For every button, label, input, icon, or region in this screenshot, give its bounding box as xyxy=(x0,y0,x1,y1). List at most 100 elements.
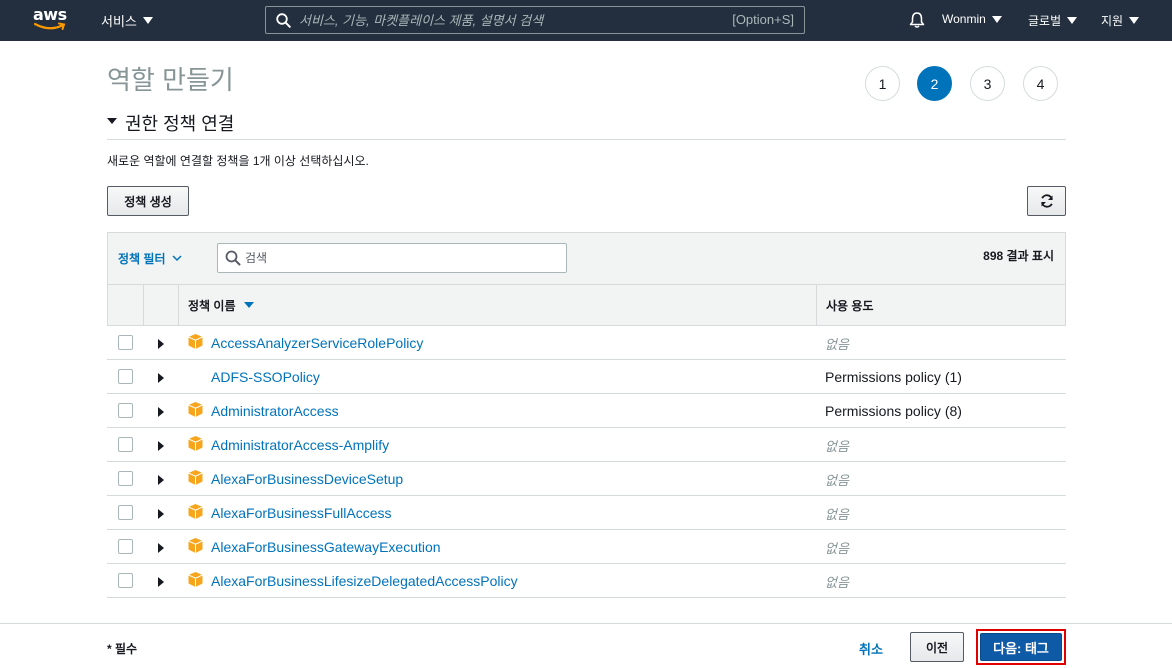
expand-row-icon[interactable] xyxy=(158,543,164,553)
support-menu[interactable]: 지원 xyxy=(1101,12,1140,29)
policy-name-link[interactable]: AlexaForBusinessGatewayExecution xyxy=(211,539,441,555)
account-label: Wonmin xyxy=(942,12,986,26)
row-checkbox[interactable] xyxy=(118,573,133,588)
global-search[interactable]: [Option+S] xyxy=(265,6,805,34)
step-3[interactable]: 3 xyxy=(970,66,1005,101)
step-1[interactable]: 1 xyxy=(865,66,900,101)
wizard-footer: * 필수 취소 이전 다음: 태그 xyxy=(0,623,1172,668)
table-row[interactable]: AlexaForBusinessFullAccess 없음 xyxy=(107,496,1066,530)
policy-table-body: AccessAnalyzerServiceRolePolicy 없음 ADFS-… xyxy=(107,326,1066,598)
table-row[interactable]: ADFS-SSOPolicy Permissions policy (1) xyxy=(107,360,1066,394)
expand-row-icon[interactable] xyxy=(158,577,164,587)
region-menu[interactable]: 글로벌 xyxy=(1028,12,1078,29)
header-expand-column xyxy=(144,285,179,325)
header-select-column xyxy=(108,285,144,325)
aws-managed-policy-icon xyxy=(188,402,203,417)
policy-name-link[interactable]: AdministratorAccess-Amplify xyxy=(211,437,389,453)
section-toggle-attach-policies[interactable]: 권한 정책 연결 xyxy=(107,110,1066,140)
chevron-down-icon xyxy=(991,15,1002,23)
policy-name-link[interactable]: AccessAnalyzerServiceRolePolicy xyxy=(211,335,423,351)
aws-managed-policy-icon xyxy=(188,538,203,553)
header-usage-label: 사용 용도 xyxy=(826,298,874,313)
create-policy-button[interactable]: 정책 생성 xyxy=(107,186,189,216)
policy-filter-label: 정책 필터 xyxy=(118,252,166,266)
section-description: 새로운 역할에 연결할 정책을 1개 이상 선택하십시오. xyxy=(107,154,369,168)
policy-usage: 없음 xyxy=(825,507,849,522)
table-header: 정책 이름 사용 용도 xyxy=(107,284,1066,326)
table-row[interactable]: AlexaForBusinessGatewayExecution 없음 xyxy=(107,530,1066,564)
policy-name-link[interactable]: AlexaForBusinessFullAccess xyxy=(211,505,392,521)
table-filter-bar: 정책 필터 898 결과 표시 xyxy=(107,232,1066,284)
row-checkbox[interactable] xyxy=(118,505,133,520)
step-2-current: 2 xyxy=(917,66,952,101)
policy-usage: 없음 xyxy=(825,575,849,590)
refresh-button[interactable] xyxy=(1027,186,1066,216)
support-label: 지원 xyxy=(1101,14,1124,28)
policy-usage: 없음 xyxy=(825,337,849,352)
caret-down-icon xyxy=(107,118,117,124)
policy-usage: 없음 xyxy=(825,439,849,454)
chevron-down-icon xyxy=(142,17,153,24)
header-policy-name-label: 정책 이름 xyxy=(188,298,236,313)
notification-bell-icon[interactable] xyxy=(908,11,926,29)
header-policy-name[interactable]: 정책 이름 xyxy=(179,285,817,325)
policy-search-input[interactable] xyxy=(245,251,545,265)
aws-logo[interactable]: aws xyxy=(33,5,67,33)
table-row[interactable]: AccessAnalyzerServiceRolePolicy 없음 xyxy=(107,326,1066,360)
row-checkbox[interactable] xyxy=(118,335,133,350)
row-checkbox[interactable] xyxy=(118,471,133,486)
row-checkbox[interactable] xyxy=(118,437,133,452)
previous-button[interactable]: 이전 xyxy=(910,632,964,662)
region-label: 글로벌 xyxy=(1028,14,1062,28)
policy-name-link[interactable]: AlexaForBusinessLifesizeDelegatedAccessP… xyxy=(211,573,518,589)
search-icon xyxy=(225,250,241,266)
aws-managed-policy-icon xyxy=(188,470,203,485)
services-menu[interactable]: 서비스 xyxy=(101,11,153,30)
policy-search[interactable] xyxy=(217,243,567,273)
policy-usage: Permissions policy (8) xyxy=(825,403,962,419)
next-tags-button[interactable]: 다음: 태그 xyxy=(980,633,1062,661)
expand-row-icon[interactable] xyxy=(158,441,164,451)
aws-smile-icon xyxy=(34,22,66,30)
page-title: 역할 만들기 xyxy=(107,65,234,95)
aws-managed-policy-icon xyxy=(188,504,203,519)
required-note: * 필수 xyxy=(107,642,138,656)
header-usage[interactable]: 사용 용도 xyxy=(817,285,1065,325)
global-search-input[interactable] xyxy=(299,12,719,28)
policy-usage: 없음 xyxy=(825,473,849,488)
table-row[interactable]: AlexaForBusinessLifesizeDelegatedAccessP… xyxy=(107,564,1066,598)
table-row[interactable]: AlexaForBusinessDeviceSetup 없음 xyxy=(107,462,1066,496)
cancel-link[interactable]: 취소 xyxy=(859,639,883,658)
refresh-icon xyxy=(1040,194,1053,208)
row-checkbox[interactable] xyxy=(118,539,133,554)
section-title: 권한 정책 연결 xyxy=(125,114,235,134)
policy-name-link[interactable]: AlexaForBusinessDeviceSetup xyxy=(211,471,403,487)
expand-row-icon[interactable] xyxy=(158,407,164,417)
table-row[interactable]: AdministratorAccess-Amplify 없음 xyxy=(107,428,1066,462)
next-button-highlight: 다음: 태그 xyxy=(976,629,1066,665)
top-navigation-bar: aws 서비스 [Option+S] Wonmin 글로벌 지원 xyxy=(0,0,1172,41)
expand-row-icon[interactable] xyxy=(158,475,164,485)
chevron-down-icon xyxy=(171,255,182,262)
row-checkbox[interactable] xyxy=(118,403,133,418)
search-icon xyxy=(276,12,291,28)
sort-descending-icon xyxy=(243,302,254,308)
policy-name-link[interactable]: AdministratorAccess xyxy=(211,403,339,419)
policy-name-link[interactable]: ADFS-SSOPolicy xyxy=(211,369,320,385)
row-checkbox[interactable] xyxy=(118,369,133,384)
expand-row-icon[interactable] xyxy=(158,339,164,349)
account-menu[interactable]: Wonmin xyxy=(942,12,1002,26)
result-count: 898 결과 표시 xyxy=(983,249,1054,263)
aws-managed-policy-icon xyxy=(188,436,203,451)
expand-row-icon[interactable] xyxy=(158,509,164,519)
policy-usage: Permissions policy (1) xyxy=(825,369,962,385)
aws-managed-policy-icon xyxy=(188,334,203,349)
services-label: 서비스 xyxy=(101,14,137,29)
policy-usage: 없음 xyxy=(825,541,849,556)
policy-filter-dropdown[interactable]: 정책 필터 xyxy=(118,250,182,267)
expand-row-icon[interactable] xyxy=(158,373,164,383)
table-row[interactable]: AdministratorAccess Permissions policy (… xyxy=(107,394,1066,428)
chevron-down-icon xyxy=(1129,17,1140,24)
step-4[interactable]: 4 xyxy=(1023,66,1058,101)
aws-managed-policy-icon xyxy=(188,572,203,587)
